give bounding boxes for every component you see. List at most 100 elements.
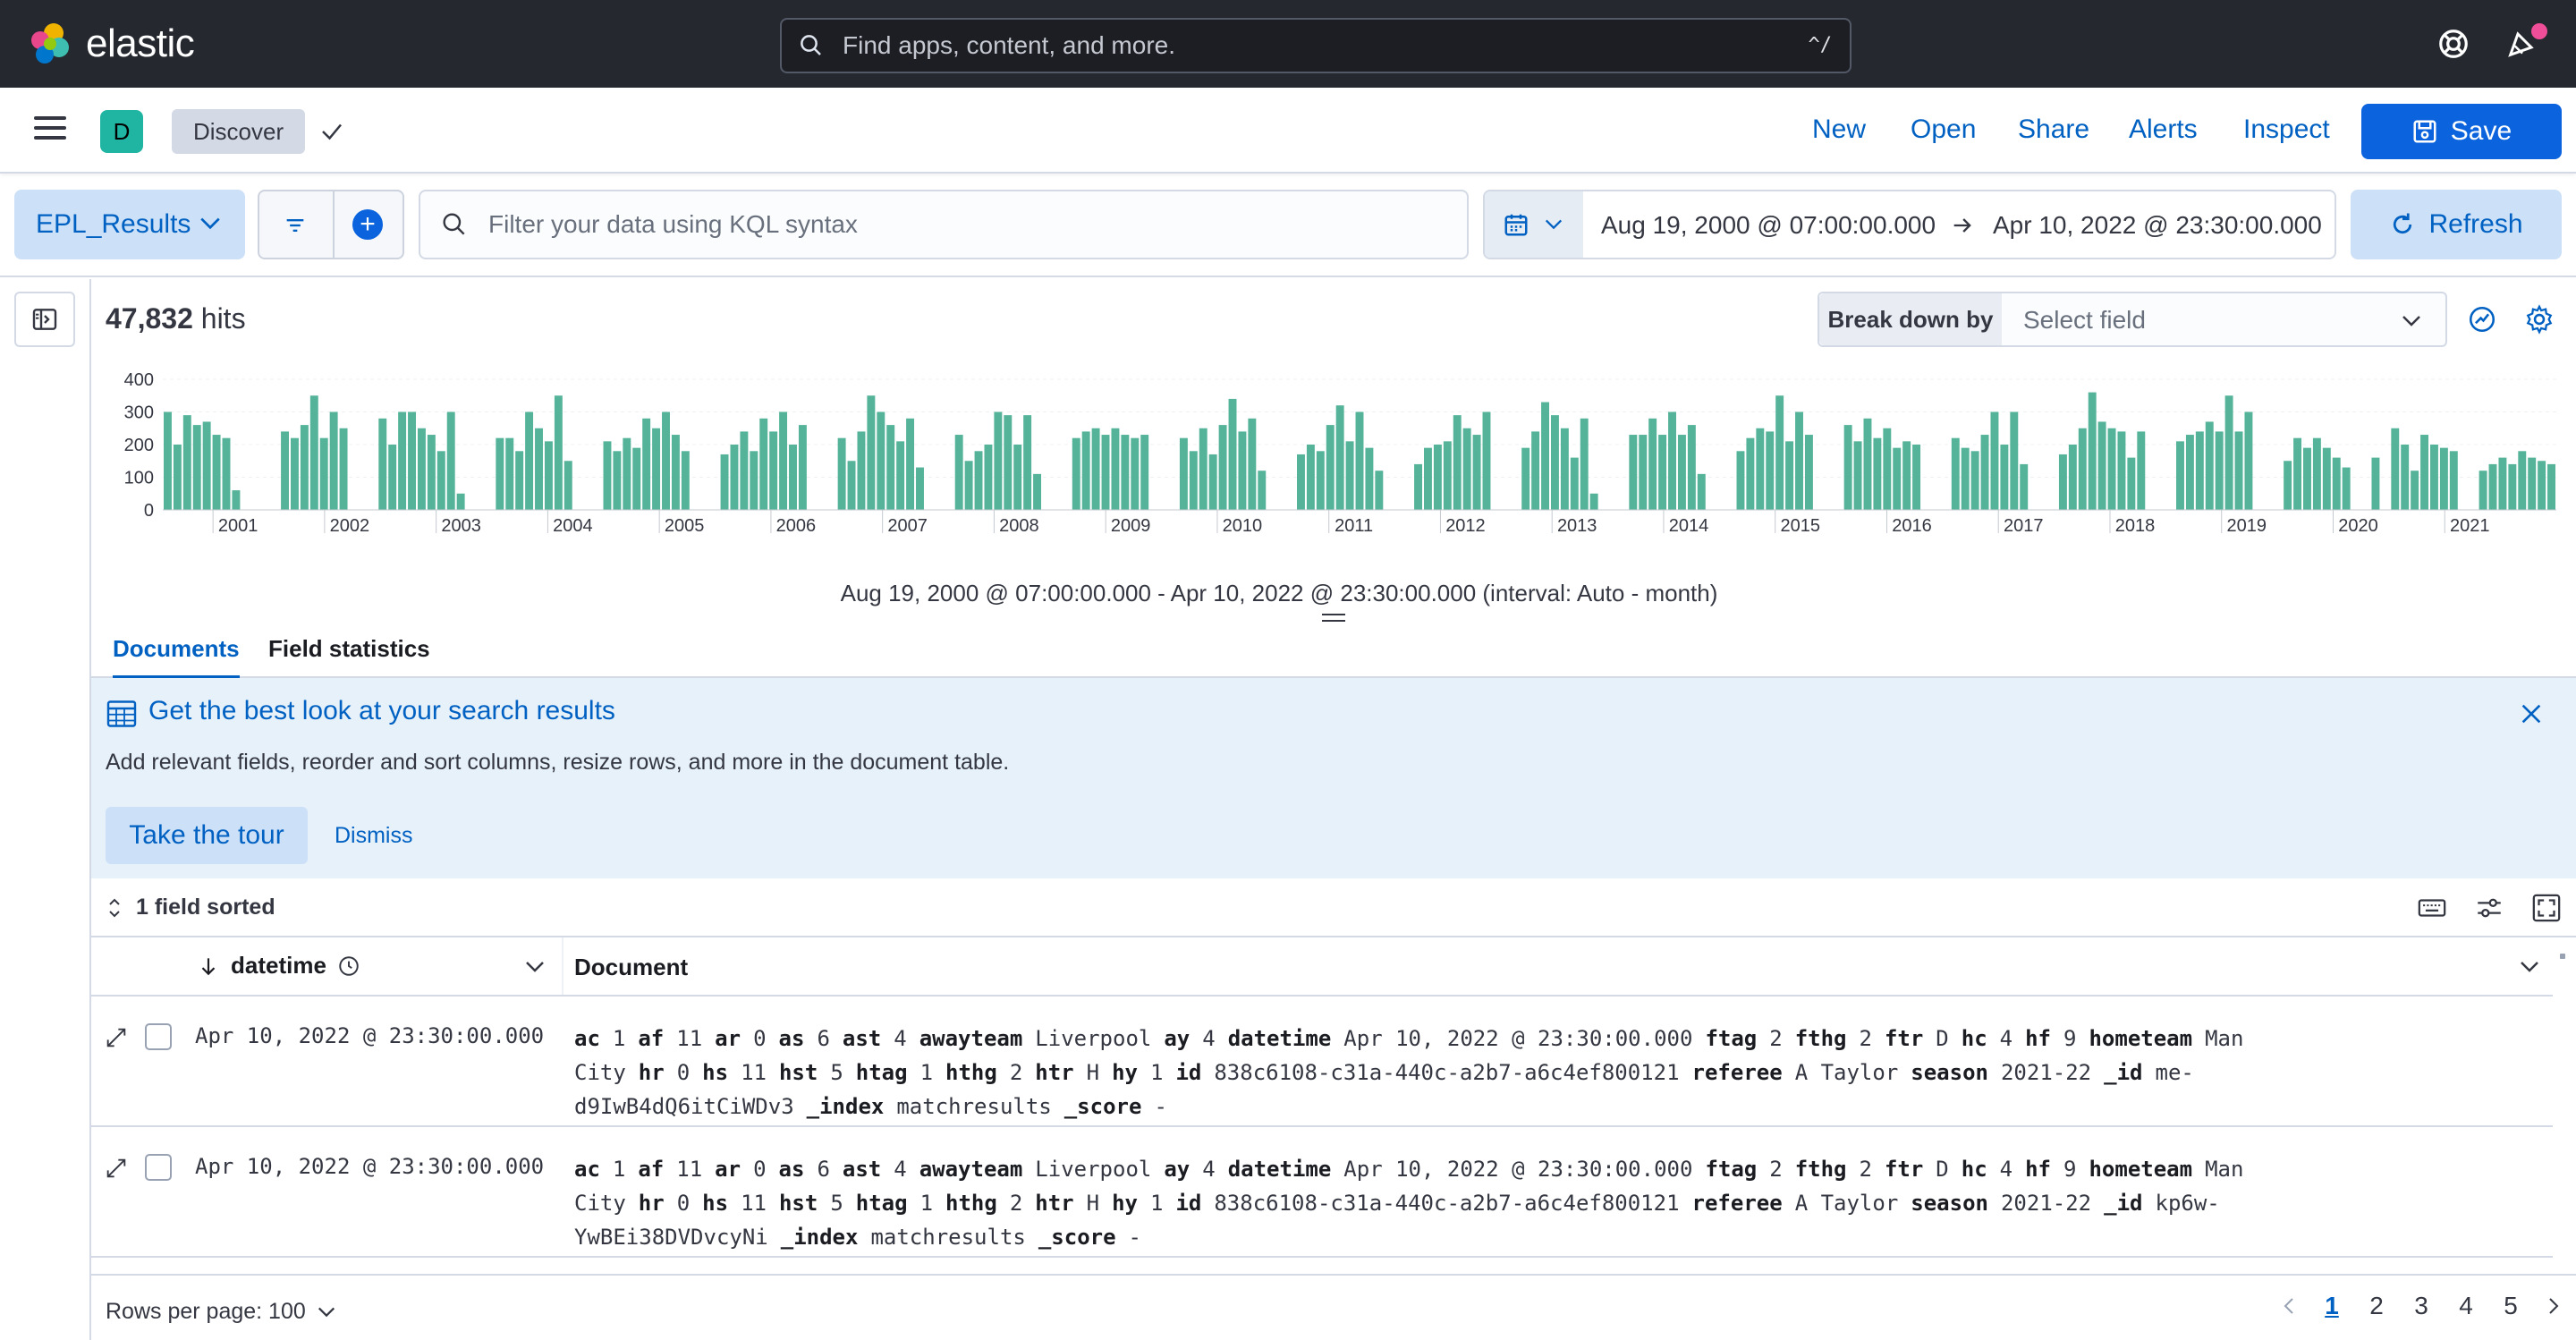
histogram-bar[interactable] bbox=[1091, 428, 1100, 510]
histogram-bar[interactable] bbox=[1893, 447, 1902, 510]
space-avatar[interactable]: D bbox=[100, 110, 143, 153]
elastic-logo[interactable]: elastic bbox=[27, 21, 195, 66]
histogram-bar[interactable] bbox=[2420, 435, 2429, 510]
histogram-bar[interactable] bbox=[847, 461, 856, 510]
histogram-bar[interactable] bbox=[1677, 435, 1686, 510]
histogram-bar[interactable] bbox=[164, 411, 172, 511]
histogram-bar[interactable] bbox=[1863, 418, 1872, 510]
histogram-bar[interactable] bbox=[964, 461, 973, 510]
histogram-bar[interactable] bbox=[1541, 402, 1549, 510]
histogram-bar[interactable] bbox=[954, 435, 963, 510]
close-icon[interactable] bbox=[2519, 701, 2544, 726]
histogram-bar[interactable] bbox=[1756, 428, 1765, 510]
menu-toggle-button[interactable] bbox=[34, 116, 66, 143]
histogram-bar[interactable] bbox=[1248, 418, 1257, 510]
histogram-bar[interactable] bbox=[2176, 441, 2184, 510]
histogram-bar[interactable] bbox=[408, 411, 416, 511]
histogram-bar[interactable] bbox=[1902, 441, 1911, 510]
histogram-bar[interactable] bbox=[2244, 411, 2253, 511]
histogram-bar[interactable] bbox=[867, 395, 876, 510]
histogram-bar[interactable] bbox=[1033, 473, 1042, 510]
histogram-bar[interactable] bbox=[1258, 471, 1267, 510]
histogram-bar[interactable] bbox=[671, 435, 680, 510]
histogram-bar[interactable] bbox=[1883, 428, 1892, 510]
histogram-bar[interactable] bbox=[222, 437, 231, 510]
histogram-bar[interactable] bbox=[1804, 435, 1813, 510]
histogram-bar[interactable] bbox=[1775, 395, 1784, 510]
histogram-bar[interactable] bbox=[212, 435, 221, 510]
column-header-datetime[interactable]: datetime bbox=[197, 952, 360, 980]
histogram-bar[interactable] bbox=[2538, 461, 2546, 510]
histogram-bar[interactable] bbox=[1550, 415, 1559, 510]
histogram-bar[interactable] bbox=[2068, 445, 2077, 510]
chevron-down-icon[interactable] bbox=[524, 959, 546, 975]
histogram-bar[interactable] bbox=[398, 411, 407, 511]
histogram-bar[interactable] bbox=[1453, 415, 1462, 510]
kql-input[interactable] bbox=[488, 210, 1383, 239]
row-checkbox[interactable] bbox=[145, 1154, 172, 1181]
histogram-bar[interactable] bbox=[2020, 463, 2029, 510]
chevron-left-icon[interactable] bbox=[2279, 1295, 2301, 1317]
histogram-bar[interactable] bbox=[1013, 445, 1022, 510]
breakdown-select[interactable]: Break down by Select field bbox=[1818, 292, 2447, 347]
histogram-bar[interactable] bbox=[2224, 395, 2233, 510]
histogram-bar[interactable] bbox=[281, 431, 289, 510]
refresh-button[interactable]: Refresh bbox=[2351, 190, 2562, 259]
sort-button[interactable]: 1 field sorted bbox=[106, 895, 275, 920]
histogram-bar[interactable] bbox=[2508, 463, 2517, 510]
histogram-bar[interactable] bbox=[1238, 431, 1247, 510]
histogram-bar[interactable] bbox=[2332, 457, 2341, 510]
histogram-bar[interactable] bbox=[1023, 415, 1032, 510]
histogram-bar[interactable] bbox=[1697, 473, 1706, 510]
end-date[interactable]: Apr 10, 2022 @ 23:30:00.000 bbox=[1993, 211, 2322, 240]
quick-select-button[interactable] bbox=[1485, 191, 1583, 258]
histogram-bar[interactable] bbox=[789, 445, 797, 510]
histogram-bar[interactable] bbox=[1081, 431, 1090, 510]
histogram-bar[interactable] bbox=[1589, 493, 1598, 510]
histogram-bar[interactable] bbox=[2205, 421, 2214, 510]
histogram-bar[interactable] bbox=[2518, 451, 2527, 510]
histogram-bar[interactable] bbox=[652, 428, 661, 510]
chevron-down-icon[interactable] bbox=[2519, 959, 2540, 975]
histogram-bar[interactable] bbox=[740, 431, 749, 510]
keyboard-icon[interactable] bbox=[2417, 893, 2447, 923]
histogram-bar[interactable] bbox=[1912, 445, 1921, 510]
histogram-bar[interactable] bbox=[417, 428, 426, 510]
start-date[interactable]: Aug 19, 2000 @ 07:00:00.000 bbox=[1601, 211, 1936, 240]
page-4[interactable]: 4 bbox=[2444, 1292, 2488, 1320]
histogram-bar[interactable] bbox=[603, 441, 612, 510]
histogram-bar[interactable] bbox=[1414, 463, 1422, 510]
histogram-bar[interactable] bbox=[984, 445, 993, 510]
take-tour-button[interactable]: Take the tour bbox=[106, 807, 308, 864]
histogram-bar[interactable] bbox=[2342, 467, 2351, 510]
histogram-bar[interactable] bbox=[1443, 441, 1452, 510]
histogram-bar[interactable] bbox=[1140, 435, 1149, 510]
histogram-bar[interactable] bbox=[2479, 471, 2487, 510]
histogram-bar[interactable] bbox=[886, 425, 895, 510]
histogram-bar[interactable] bbox=[1423, 447, 1432, 510]
histogram-bar[interactable] bbox=[1297, 454, 1305, 510]
histogram-bar[interactable] bbox=[2127, 457, 2136, 510]
histogram-bar[interactable] bbox=[1766, 431, 1775, 510]
histogram-bar[interactable] bbox=[2488, 463, 2497, 510]
histogram-bar[interactable] bbox=[1482, 411, 1491, 511]
histogram-bar[interactable] bbox=[309, 395, 318, 510]
histogram-bar[interactable] bbox=[1462, 428, 1471, 510]
histogram-bar[interactable] bbox=[1951, 437, 1960, 510]
histogram-bar[interactable] bbox=[662, 411, 670, 511]
share-link[interactable]: Share bbox=[2018, 114, 2089, 145]
histogram-bar[interactable] bbox=[798, 425, 807, 510]
histogram-bar[interactable] bbox=[1990, 411, 1999, 511]
histogram-bar[interactable] bbox=[2117, 431, 2126, 510]
display-options-icon[interactable] bbox=[2474, 893, 2504, 923]
histogram-bar[interactable] bbox=[1101, 435, 1110, 510]
visualize-icon[interactable] bbox=[2467, 304, 2497, 335]
histogram-bar[interactable] bbox=[750, 451, 758, 510]
histogram-bar[interactable] bbox=[1629, 435, 1638, 510]
new-link[interactable]: New bbox=[1812, 114, 1866, 145]
inspect-link[interactable]: Inspect bbox=[2243, 114, 2330, 145]
resize-handle[interactable] bbox=[1322, 614, 1345, 624]
chevron-right-icon[interactable] bbox=[2542, 1295, 2563, 1317]
histogram-bar[interactable] bbox=[2185, 435, 2194, 510]
histogram-bar[interactable] bbox=[720, 454, 729, 510]
